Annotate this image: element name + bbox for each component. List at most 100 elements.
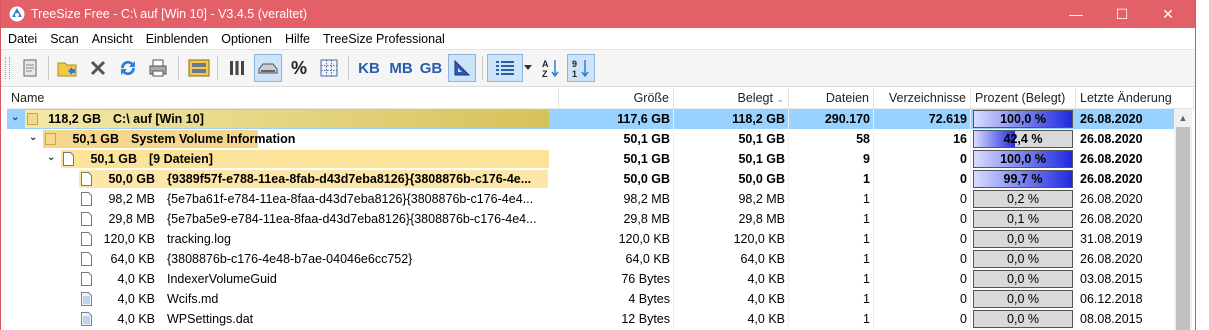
item-name: tracking.log <box>167 232 231 246</box>
close-icon: ✕ <box>1162 6 1174 22</box>
item-name: {3808876b-c176-4e48-b7ae-04046e6cc752} <box>167 252 413 266</box>
file-icon <box>81 212 92 226</box>
toolbar: % KB MB GB AZ 91 <box>1 50 1195 87</box>
item-name-cell: 98,2 MB {5e7ba61f-e784-11ea-8faa-d43d7eba… <box>97 189 533 209</box>
col-belegt[interactable]: Belegt ⌄ <box>674 88 789 108</box>
expand-chevron-icon[interactable]: ⌄ <box>29 133 39 143</box>
toolbar-grip[interactable] <box>5 57 10 79</box>
file-count-button[interactable] <box>315 54 343 82</box>
percent-value: 100,0 % <box>1000 112 1046 126</box>
percent-value: 0,0 % <box>1007 292 1039 306</box>
select-folder-button[interactable] <box>53 54 81 82</box>
item-name: [9 Dateien] <box>149 152 213 166</box>
scroll-up-icon[interactable]: ▲ <box>1174 109 1192 127</box>
auto-unit-button[interactable] <box>448 54 476 82</box>
drives-button[interactable] <box>185 54 213 82</box>
details-view-button[interactable] <box>487 54 523 82</box>
cell-dateien: 1 <box>863 232 870 246</box>
tree-row[interactable]: 120,0 KB tracking.log 120,0 KB 120,0 KB 1 0 0,… <box>7 229 1174 249</box>
cell-letzte-aenderung: 26.08.2020 <box>1080 172 1143 186</box>
tree-row[interactable]: ⌄ 118,2 GB C:\ auf [Win 10] 117,6 GB 118,2 G… <box>7 109 1174 129</box>
cancel-button[interactable] <box>84 54 112 82</box>
tree-row[interactable]: ⌄ 50,1 GB System Volume Information 50,1 GB… <box>7 129 1174 149</box>
details-view-dropdown[interactable] <box>521 54 535 82</box>
disk-size-button[interactable] <box>254 54 282 82</box>
details-view-icon <box>496 61 514 75</box>
cell-dateien: 1 <box>863 252 870 266</box>
percent-bar: 0,0 % <box>973 310 1073 328</box>
title-bar[interactable]: TreeSize Free - C:\ auf [Win 10] - V3.4.… <box>1 0 1195 28</box>
menu-treesize-professional[interactable]: TreeSize Professional <box>316 29 451 46</box>
percent-value: 42,4 % <box>1003 132 1043 146</box>
cell-verzeichnisse: 0 <box>960 192 967 206</box>
menu-hilfe[interactable]: Hilfe <box>278 29 316 46</box>
cell-dateien: 290.170 <box>824 112 870 126</box>
tree-row[interactable]: 98,2 MB {5e7ba61f-e784-11ea-8faa-d43d7eba… <box>7 189 1174 209</box>
sort-alpha-button[interactable]: AZ <box>537 54 565 82</box>
file-icon <box>63 152 74 166</box>
scroll-thumb[interactable] <box>1176 127 1190 330</box>
file-icon <box>81 252 92 266</box>
cell-dateien: 1 <box>863 272 870 286</box>
tree-row[interactable]: 4,0 KB WPSettings.dat 12 Bytes 4,0 KB 1 0 0,0 … <box>7 309 1174 329</box>
percent-button[interactable]: % <box>285 54 313 82</box>
sort-indicator-icon: ⌄ <box>776 94 784 104</box>
sort-size-button[interactable]: 91 <box>567 54 595 82</box>
refresh-button[interactable] <box>114 54 142 82</box>
percent-bar: 42,4 % <box>973 130 1073 148</box>
print-button[interactable] <box>144 54 172 82</box>
item-size-label: 4,0 KB <box>117 272 155 286</box>
treesize-window: TreeSize Free - C:\ auf [Win 10] - V3.4.… <box>0 0 1196 330</box>
minimize-button[interactable]: — <box>1053 0 1099 28</box>
print-icon <box>149 59 167 77</box>
tree-row[interactable]: 4,0 KB IndexerVolumeGuid 76 Bytes 4,0 KB 1 0 0… <box>7 269 1174 289</box>
sort-size-icon: 91 <box>572 59 589 79</box>
col-dateien[interactable]: Dateien <box>789 88 874 108</box>
col-prozent[interactable]: Prozent (Belegt) <box>971 88 1076 108</box>
menu-einblenden[interactable]: Einblenden <box>139 29 215 46</box>
item-size-label: 50,1 GB <box>72 132 119 146</box>
gb-unit-button[interactable]: GB <box>417 54 445 82</box>
cell-dateien: 1 <box>863 172 870 186</box>
properties-button[interactable] <box>16 54 44 82</box>
item-size-label: 118,2 GB <box>48 112 101 126</box>
kb-unit-button[interactable]: KB <box>355 54 383 82</box>
tree-row[interactable]: 50,0 GB {9389f57f-e788-11ea-8fab-d43d7eba… <box>7 169 1174 189</box>
window-title: TreeSize Free - C:\ auf [Win 10] - V3.4.… <box>31 7 308 21</box>
col-letzte-aenderung[interactable]: Letzte Änderung <box>1076 88 1194 108</box>
vertical-scrollbar[interactable]: ▲ <box>1174 109 1192 330</box>
expand-chevron-icon[interactable]: ⌄ <box>11 113 21 123</box>
mb-unit-button[interactable]: MB <box>387 54 415 82</box>
tree-row[interactable]: ⌄ 50,1 GB [9 Dateien] 50,1 GB 50,1 GB 9 0 100,0… <box>7 149 1174 169</box>
cell-dateien: 1 <box>863 212 870 226</box>
cell-letzte-aenderung: 26.08.2020 <box>1080 112 1143 126</box>
col-name[interactable]: Name <box>7 88 559 108</box>
tree-row[interactable]: 29,8 MB {5e7ba5e9-e784-11ea-8faa-d43d7eba… <box>7 209 1174 229</box>
cell-letzte-aenderung: 26.08.2020 <box>1080 152 1143 166</box>
cell-verzeichnisse: 0 <box>960 312 967 326</box>
tree-row[interactable]: 64,0 KB {3808876b-c176-4e48-b7ae-04046e6c… <box>7 249 1174 269</box>
sort-alpha-icon: AZ <box>542 59 559 79</box>
cell-letzte-aenderung: 06.12.2018 <box>1080 292 1143 306</box>
item-name-cell: 118,2 GB C:\ auf [Win 10] <box>43 109 204 129</box>
percent-value: 100,0 % <box>1000 152 1046 166</box>
cell-groesse: 50,1 GB <box>623 132 670 146</box>
cell-dateien: 1 <box>863 292 870 306</box>
maximize-button[interactable]: ☐ <box>1099 0 1145 28</box>
folder-icon <box>45 133 56 145</box>
cell-groesse: 4 Bytes <box>628 292 670 306</box>
menu-ansicht[interactable]: Ansicht <box>85 29 139 46</box>
cell-letzte-aenderung: 26.08.2020 <box>1080 252 1143 266</box>
svg-text:1: 1 <box>572 69 577 79</box>
columns-button[interactable] <box>223 54 251 82</box>
tree-row[interactable]: 4,0 KB Wcifs.md 4 Bytes 4,0 KB 1 0 0,0 % 06.12.… <box>7 289 1174 309</box>
col-verzeichnisse[interactable]: Verzeichnisse <box>874 88 971 108</box>
col-groesse[interactable]: Größe <box>559 88 674 108</box>
menu-optionen[interactable]: Optionen <box>214 29 278 46</box>
grid-line <box>970 109 971 129</box>
close-button[interactable]: ✕ <box>1145 0 1191 28</box>
expand-chevron-icon[interactable]: ⌄ <box>47 153 57 163</box>
menu-datei[interactable]: Datei <box>1 29 43 46</box>
menu-scan[interactable]: Scan <box>43 29 85 46</box>
cell-letzte-aenderung: 31.08.2019 <box>1080 232 1143 246</box>
